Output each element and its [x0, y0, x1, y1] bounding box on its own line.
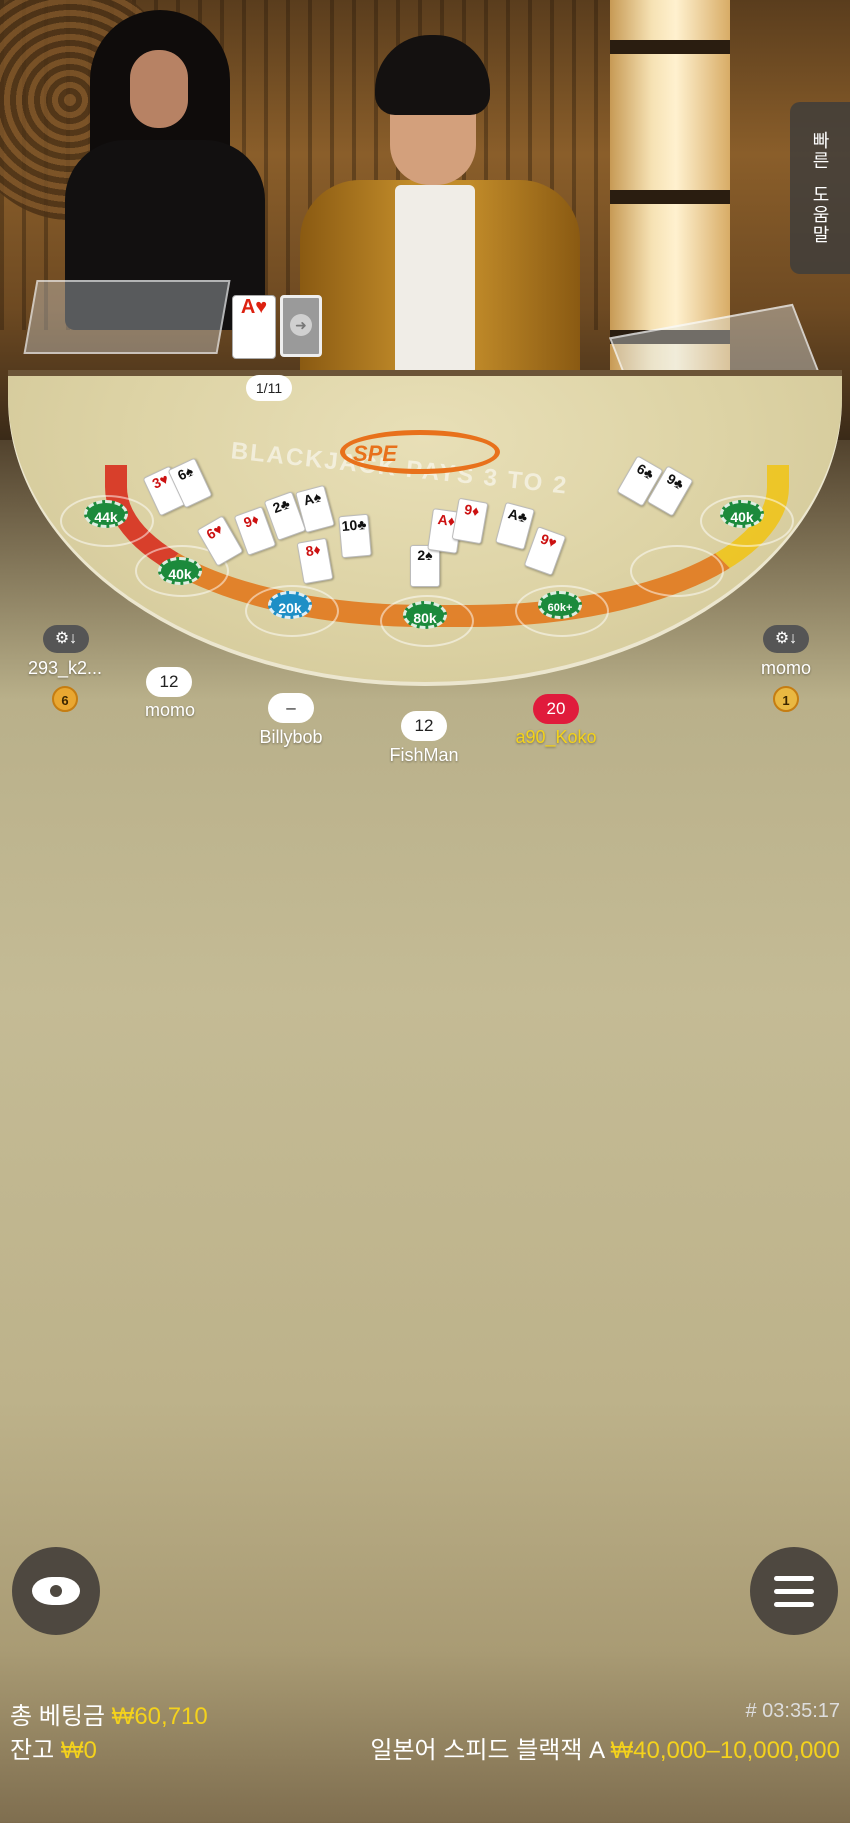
speed-logo: SPE [340, 430, 500, 474]
menu-button[interactable] [750, 1547, 838, 1635]
bet-chip: 20k [268, 591, 312, 619]
total-bet-value: ₩60,710 [111, 1703, 208, 1730]
playing-card: 10♣ [338, 513, 372, 559]
player-name: 293_k2... [27, 658, 103, 678]
player-name: a90_Koko [515, 727, 597, 747]
dealer-up-card: A♥ [232, 295, 276, 359]
hamburger-icon [774, 1575, 814, 1607]
card-shoe-left [23, 280, 231, 354]
player-score: 12 [401, 711, 447, 741]
total-bet-label: 총 베팅금 [10, 1703, 105, 1730]
total-bet-row: 총 베팅금 ₩60,710 [10, 1696, 208, 1731]
player-name: Billybob [259, 727, 323, 747]
seat-settings-icon[interactable]: ⚙↓ [763, 625, 809, 653]
help-tab-line1: 빠른 [810, 131, 830, 171]
help-tab-line2: 도움말 [810, 185, 830, 245]
bet-limits: ₩40,000–10,000,000 [610, 1737, 840, 1764]
arrow-icon: ➜ [290, 314, 312, 336]
bet-chip: 40k [720, 500, 764, 528]
bet-chip: 60k+ [538, 591, 582, 619]
player-score: 12 [146, 667, 192, 697]
seat-settings-icon[interactable]: ⚙↓ [43, 625, 89, 653]
view-toggle-button[interactable] [12, 1547, 100, 1635]
dealer [300, 35, 580, 380]
dealer-hand: A♥ ➜ [232, 295, 324, 359]
player-name: FishMan [389, 745, 459, 765]
player-score: 20 [533, 694, 579, 724]
player-name: momo [760, 658, 811, 678]
dealer-hole-card: ➜ [280, 295, 322, 357]
balance-label: 잔고 [10, 1737, 55, 1764]
balance-row: 잔고 ₩0 [10, 1730, 97, 1765]
table-name: 일본어 스피드 블랙잭 A [370, 1737, 604, 1764]
medal-icon: 6 [52, 686, 78, 712]
balance-value: ₩0 [60, 1737, 97, 1764]
playing-card: 2♠ [410, 545, 440, 587]
round-id: # 03:35:17 [745, 1700, 840, 1722]
shoe-count-badge: 1/11 [246, 375, 292, 401]
bet-spot [630, 545, 724, 597]
bet-chip: 80k [403, 601, 447, 629]
player-name: momo [144, 700, 195, 720]
eye-icon [32, 1577, 80, 1605]
bet-chip: 40k [158, 557, 202, 585]
quick-help-tab[interactable]: 빠른 도움말 [790, 102, 850, 274]
table-info-row: 일본어 스피드 블랙잭 A ₩40,000–10,000,000 [370, 1730, 840, 1765]
bet-chip: 44k [84, 500, 128, 528]
player-score: – [268, 693, 314, 723]
medal-icon: 1 [773, 686, 799, 712]
